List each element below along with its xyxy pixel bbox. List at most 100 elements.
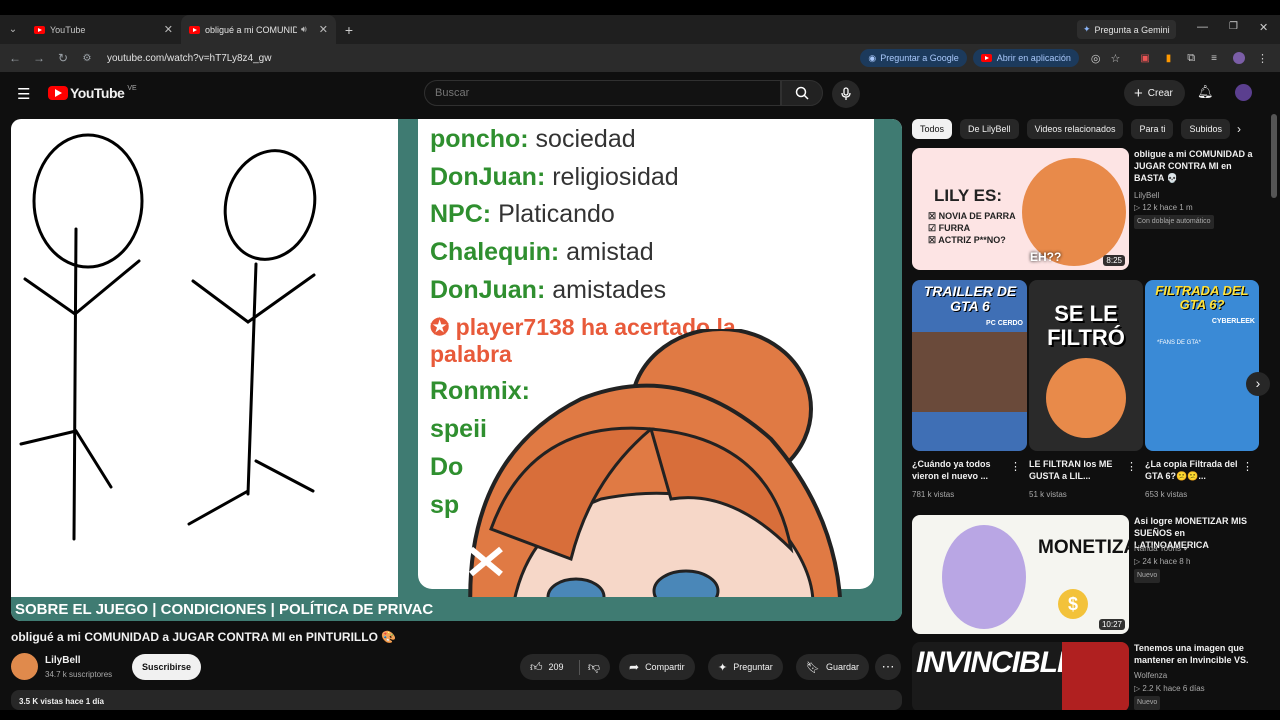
chat-line: NPC: Platicando [430, 200, 615, 228]
site-info-icon[interactable]: ⚙ [75, 53, 99, 64]
video-meta: ▷ 2.2 K hace 6 días [1134, 684, 1205, 693]
tab-youtube[interactable]: YouTube ✕ [26, 15, 181, 44]
close-tab-icon[interactable]: ✕ [319, 23, 328, 36]
save-button[interactable]: 🔖︎ Guardar [796, 654, 869, 680]
chip-from-channel[interactable]: De LilyBell [960, 119, 1019, 139]
thumb-vs-panel [1062, 642, 1129, 712]
video-title: obligué a mi COMUNIDAD a JUGAR CONTRA MI… [11, 630, 397, 644]
dislike-icon[interactable]: 👎︎ [578, 659, 600, 675]
extension-orange-icon[interactable]: ▮ [1166, 53, 1172, 64]
thumb-scene [912, 332, 1027, 412]
chip-all[interactable]: Todos [912, 119, 953, 139]
tab-search-icon[interactable]: ⌄ [0, 24, 26, 35]
extension-red-icon[interactable]: ▣ [1140, 53, 1149, 64]
chip-related[interactable]: Videos relacionados [1026, 119, 1124, 139]
forward-icon[interactable]: → [27, 51, 51, 65]
channel-name[interactable]: LilyBell [1134, 190, 1159, 202]
close-tab-icon[interactable]: ✕ [164, 23, 173, 36]
short-thumbnail[interactable]: FILTRADA DEL GTA 6? CYBERLEEK *FANS DE G… [1145, 280, 1259, 451]
open-in-app-button[interactable]: Abrir en aplicación [972, 49, 1079, 67]
chevron-right-icon[interactable]: › [1237, 122, 1241, 136]
search-button[interactable] [781, 80, 823, 106]
short-thumbnail[interactable]: TRAILLER DE GTA 6 PC CERDO [912, 280, 1027, 451]
like-count[interactable]: 209 [549, 662, 564, 672]
description-box[interactable]: 3.5 K vistas hace 1 día [11, 690, 902, 710]
short-menu-icon[interactable]: ⋮ [1010, 460, 1021, 473]
short-menu-icon[interactable]: ⋮ [1126, 460, 1137, 473]
channel-avatar[interactable] [11, 653, 38, 680]
video-title[interactable]: Tenemos una imagen que mantener en Invin… [1134, 642, 1259, 666]
video-title[interactable]: obligue a mi COMUNIDAD a JUGAR CONTRA MI… [1134, 148, 1259, 184]
url-text[interactable]: youtube.com/watch?v=hT7Ly8z4_gw [107, 53, 271, 64]
browser-menu-icon[interactable]: ⋮ [1257, 52, 1268, 65]
channel-name[interactable]: LilyBell [45, 655, 81, 666]
save-label: Guardar [825, 662, 859, 672]
video-thumbnail[interactable]: INVINCIBLE [912, 642, 1129, 712]
thumb-character [1046, 358, 1126, 438]
thumb-tag: CYBERLEEK [1211, 318, 1255, 325]
open-app-label: Abrir en aplicación [996, 53, 1071, 63]
like-icon[interactable]: 👍︎ [530, 660, 543, 675]
thumb-text: LILY ES: [934, 186, 1003, 205]
extensions-puzzle-icon[interactable]: ⧉ [1187, 52, 1195, 65]
speaker-icon[interactable]: 🔊︎ [301, 24, 307, 35]
thumb-character [942, 525, 1026, 629]
reload-icon[interactable]: ↻ [51, 51, 75, 65]
thumb-tag: PC CERDO [986, 320, 1023, 327]
channel-name[interactable]: Nanda Toons ✔ [1134, 543, 1190, 555]
short-menu-icon[interactable]: ⋮ [1242, 460, 1253, 473]
gemini-label: Pregunta a Gemini [1094, 24, 1170, 35]
subscribe-button[interactable]: Suscribirse [132, 654, 202, 680]
media-controls-icon[interactable]: ≡ [1211, 53, 1217, 64]
thumb-text: SE LE FILTRÓ [1047, 301, 1125, 350]
close-window-icon[interactable]: ✕ [1259, 21, 1268, 34]
tab-current-video[interactable]: obligué a mi COMUNIDAD 🔊︎ ✕ [181, 15, 336, 44]
bookmark-star-icon[interactable]: ☆ [1110, 52, 1120, 65]
search-input[interactable] [424, 80, 781, 106]
new-tab-button[interactable]: + [336, 22, 362, 38]
new-badge: Nuevo [1134, 569, 1161, 583]
short-thumbnail[interactable]: SE LE FILTRÓ [1029, 280, 1143, 451]
microphone-icon [841, 87, 851, 100]
bookmark-icon: 🔖︎ [806, 661, 820, 674]
create-button[interactable]: + Crear [1124, 80, 1185, 106]
ask-label: Preguntar [733, 662, 773, 672]
ask-button[interactable]: ✦ Preguntar [708, 654, 783, 680]
sparkle-icon: ✦ [718, 661, 728, 674]
gemini-button[interactable]: ✦ Pregunta a Gemini [1077, 20, 1176, 39]
minimize-icon[interactable]: — [1197, 21, 1208, 33]
profile-avatar[interactable] [1233, 52, 1245, 64]
restore-icon[interactable]: ❐ [1229, 21, 1238, 32]
short-title[interactable]: ¿La copia Filtrada del GTA 6?😕😕... [1145, 458, 1240, 482]
ask-google-label: Preguntar a Google [880, 53, 959, 63]
chip-uploaded[interactable]: Subidos [1181, 119, 1230, 139]
chat-line: DonJuan: religiosidad [430, 163, 679, 191]
channel-name[interactable]: Wolfenza [1134, 670, 1167, 682]
ask-google-button[interactable]: ◉ Preguntar a Google [860, 49, 967, 67]
notifications-bell-icon[interactable]: 🔔︎ [1197, 84, 1214, 100]
video-thumbnail[interactable]: MONETIZA $ 10:27 [912, 515, 1129, 634]
youtube-logo-icon [48, 86, 68, 100]
video-thumbnail[interactable]: LILY ES: ☒ NOVIA DE PARRA ☑ FURRA ☒ ACTR… [912, 148, 1129, 270]
account-avatar[interactable] [1235, 84, 1252, 101]
page-scrollbar[interactable] [1271, 114, 1277, 198]
shorts-next-arrow-icon[interactable]: › [1246, 372, 1270, 396]
share-button[interactable]: ➦ Compartir [619, 654, 695, 680]
voice-search-button[interactable] [832, 80, 860, 108]
hamburger-menu-icon[interactable]: ☰ [17, 85, 30, 103]
gemini-icon: ✦ [1083, 24, 1091, 34]
video-meta: ▷ 12 k hace 1 m [1134, 203, 1193, 212]
video-player[interactable]: poncho: sociedad DonJuan: religiosidad N… [11, 119, 902, 621]
chip-for-you[interactable]: Para ti [1131, 119, 1174, 139]
youtube-logo[interactable]: YouTube VE [48, 85, 137, 101]
bottom-black-strip [0, 710, 1280, 720]
short-title[interactable]: LE FILTRAN los ME GUSTA a LIL... [1029, 458, 1124, 482]
short-title[interactable]: ¿Cuándo ya todos vieron el nuevo ... [912, 458, 1007, 482]
more-actions-icon[interactable]: ⋯ [875, 654, 901, 680]
plus-icon: + [1134, 84, 1143, 102]
eye-icon[interactable]: ◎ [1091, 52, 1101, 65]
thumb-eh-text: EH?? [1030, 250, 1062, 264]
back-icon[interactable]: ← [3, 51, 27, 65]
chat-line: poncho: sociedad [430, 125, 636, 153]
short-views: 653 k vistas [1145, 490, 1188, 499]
